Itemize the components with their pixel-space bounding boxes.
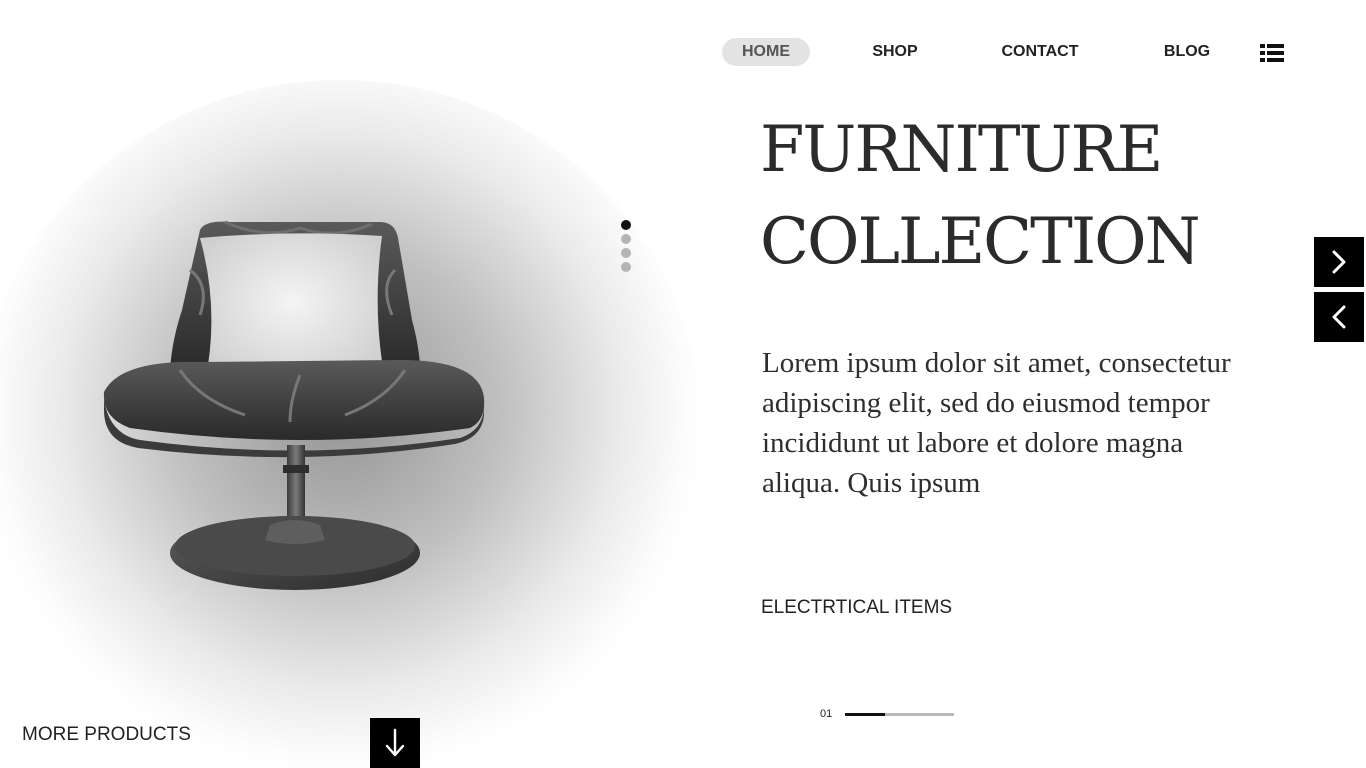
slide-dots [621, 220, 631, 276]
nav-item-contact[interactable]: CONTACT [994, 38, 1086, 66]
next-slide-button[interactable] [1314, 237, 1364, 287]
nav-item-blog[interactable]: BLOG [1158, 38, 1216, 66]
hero-image [0, 70, 700, 768]
lounge-chair-image [103, 220, 485, 590]
more-products-link[interactable]: MORE PRODUCTS [22, 724, 191, 746]
slide-dot-2[interactable] [621, 234, 631, 244]
slide-dot-3[interactable] [621, 248, 631, 258]
arrow-down-icon [385, 728, 405, 757]
title-line-1: FURNITURE [760, 113, 1163, 187]
prev-slide-button[interactable] [1314, 292, 1364, 342]
scroll-down-button[interactable] [370, 718, 420, 768]
nav-item-home[interactable]: HOME [722, 38, 810, 66]
list-menu-icon[interactable] [1260, 44, 1284, 62]
chevron-right-icon [1332, 250, 1346, 274]
hero-description: Lorem ipsum dolor sit amet, consectetur … [762, 347, 1231, 499]
slide-progress-fill [845, 713, 886, 716]
page-title: FURNITURE COLLECTION [760, 104, 1280, 288]
category-label: ELECTRTICAL ITEMS [761, 597, 953, 618]
nav-item-shop[interactable]: SHOP [862, 38, 928, 66]
slide-progress-bar [845, 713, 954, 716]
chevron-left-icon [1332, 305, 1346, 329]
slide-dot-4[interactable] [621, 262, 631, 272]
slide-dot-1[interactable] [621, 220, 631, 230]
title-line-2: COLLECTION [760, 205, 1201, 279]
slide-number: 01 [820, 708, 833, 720]
